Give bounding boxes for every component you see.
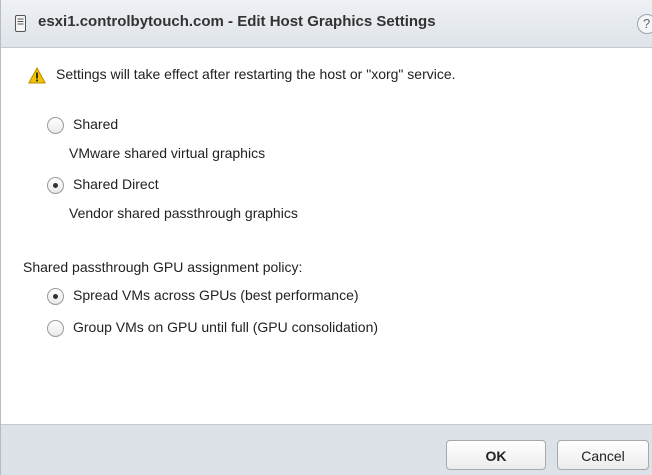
gpu-policy-label: Shared passthrough GPU assignment policy… — [23, 259, 303, 275]
dialog-title: esxi1.controlbytouch.com - Edit Host Gra… — [38, 13, 436, 30]
radio-shared-label[interactable]: Shared — [73, 116, 118, 132]
shared-description: VMware shared virtual graphics — [69, 145, 266, 161]
radio-spread-vms[interactable] — [47, 288, 64, 305]
radio-group-vms-label[interactable]: Group VMs on GPU until full (GPU consoli… — [73, 319, 378, 335]
ok-button[interactable]: OK — [446, 440, 546, 470]
radio-group-vms[interactable] — [47, 320, 64, 337]
dialog-titlebar: esxi1.controlbytouch.com - Edit Host Gra… — [1, 0, 652, 48]
edit-host-graphics-dialog: esxi1.controlbytouch.com - Edit Host Gra… — [0, 0, 652, 475]
radio-shared-direct[interactable] — [47, 177, 64, 194]
cancel-button[interactable]: Cancel — [557, 440, 649, 470]
dialog-footer — [1, 424, 652, 475]
radio-shared[interactable] — [47, 117, 64, 134]
shared-direct-description: Vendor shared passthrough graphics — [69, 205, 298, 221]
radio-shared-direct-label[interactable]: Shared Direct — [73, 176, 159, 192]
warning-triangle-icon — [28, 67, 46, 84]
radio-spread-vms-label[interactable]: Spread VMs across GPUs (best performance… — [73, 287, 359, 303]
question-mark-icon[interactable]: ? — [637, 14, 652, 34]
restart-warning-text: Settings will take effect after restarti… — [56, 66, 456, 82]
host-server-icon — [15, 15, 26, 32]
